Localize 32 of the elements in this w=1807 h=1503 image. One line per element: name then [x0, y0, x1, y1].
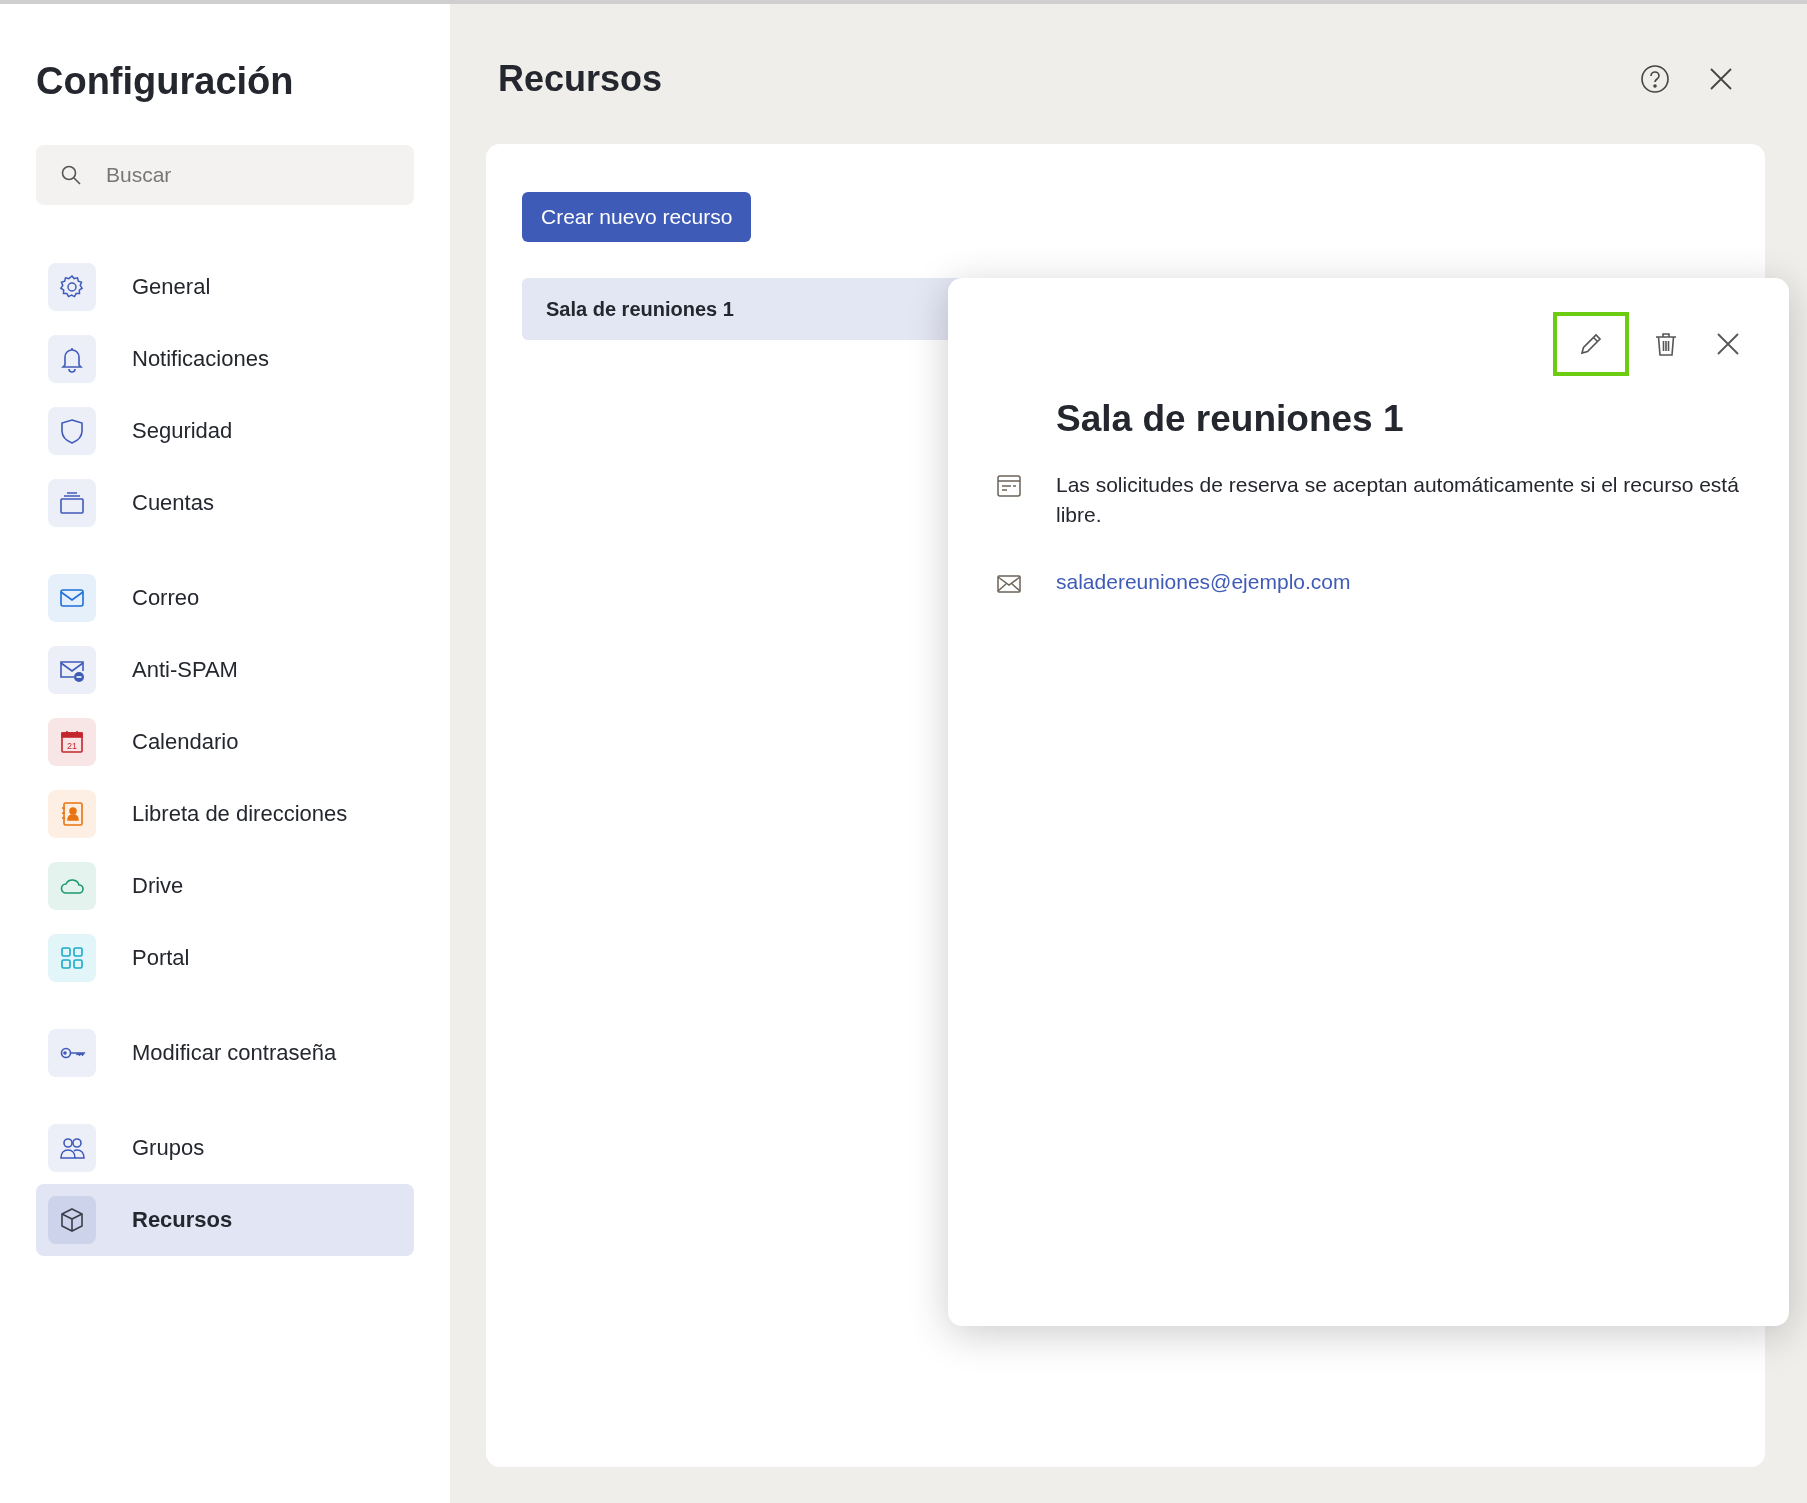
sidebar-item[interactable]: Grupos	[36, 1112, 414, 1184]
stacked-cards-icon	[58, 489, 86, 517]
cube-icon	[58, 1206, 86, 1234]
resource-title: Sala de reuniones 1	[1056, 398, 1405, 440]
close-icon	[1715, 331, 1741, 357]
sidebar-item[interactable]: Recursos	[36, 1184, 414, 1256]
help-icon	[1639, 63, 1671, 95]
page-title: Recursos	[497, 58, 664, 100]
sidebar-item[interactable]: Drive	[36, 850, 414, 922]
sidebar-item[interactable]: Libreta de direcciones	[36, 778, 414, 850]
mail-icon	[996, 574, 1022, 594]
sidebar-item[interactable]: Seguridad	[36, 395, 414, 467]
sidebar-item[interactable]: Modificar contraseña	[36, 1017, 414, 1089]
sidebar-item[interactable]: General	[36, 251, 414, 323]
shield-icon	[58, 417, 86, 445]
sidebar-item[interactable]: Cuentas	[36, 467, 414, 539]
sidebar-item[interactable]: Portal	[36, 922, 414, 994]
calendar-icon	[996, 474, 1022, 498]
bell-icon	[58, 345, 86, 373]
edit-button[interactable]	[1553, 312, 1629, 376]
settings-title: Configuración	[36, 60, 295, 103]
search-field[interactable]: Buscar	[36, 145, 414, 205]
trash-icon	[1653, 330, 1679, 358]
email-link[interactable]: saladereuniones@ejemplo.com	[1056, 570, 1351, 594]
sidebar-item[interactable]: 21 Calendario	[36, 706, 414, 778]
sidebar-item[interactable]: Notificaciones	[36, 323, 414, 395]
sidebar-item[interactable]: Anti-SPAM	[36, 634, 414, 706]
sidebar-item[interactable]: Correo	[36, 562, 414, 634]
create-resource-button[interactable]: Crear nuevo recurso	[522, 192, 752, 242]
booking-policy-text: Las solicitudes de reserva se aceptan automáticamente si el recurso está libre.	[1056, 472, 1740, 528]
grid-icon	[58, 944, 86, 972]
search-icon	[60, 164, 82, 186]
